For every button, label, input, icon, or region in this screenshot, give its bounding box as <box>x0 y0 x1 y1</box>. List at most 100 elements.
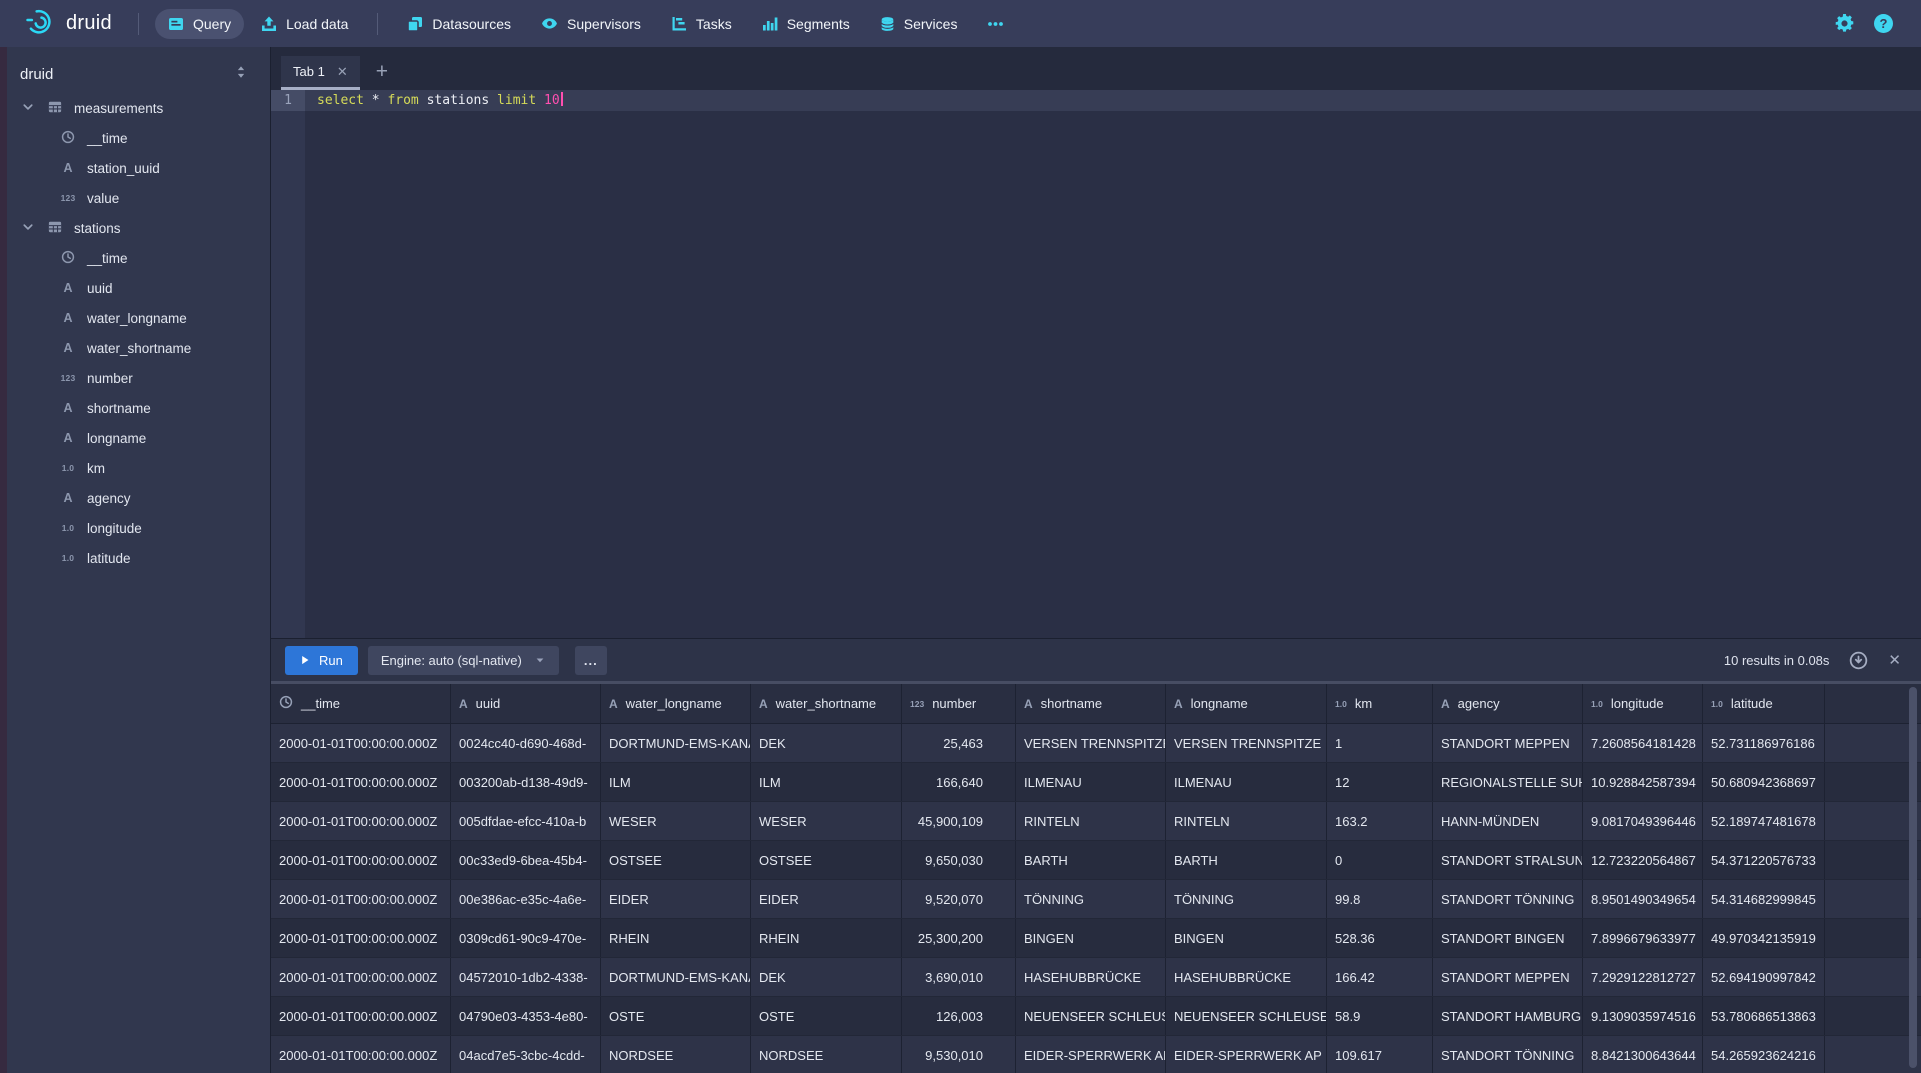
cell-longname[interactable]: BINGEN <box>1166 919 1327 957</box>
cell-longname[interactable]: NEUENSEER SCHLEUSE <box>1166 997 1327 1035</box>
tree-column-longname[interactable]: Alongname <box>0 423 270 453</box>
cell-water_longname[interactable]: DORTMUND-EMS-KANAL <box>601 724 751 762</box>
cell-longitude[interactable]: 12.723220564867 <box>1583 841 1703 879</box>
column-header-water_shortname[interactable]: Awater_shortname <box>751 684 902 723</box>
cell-latitude[interactable]: 53.780686513863 <box>1703 997 1825 1035</box>
close-results-icon[interactable]: ✕ <box>1888 651 1901 669</box>
nav-item-supervisors[interactable]: Supervisors <box>528 9 654 39</box>
cell-km[interactable]: 99.8 <box>1327 880 1433 918</box>
cell-longname[interactable]: EIDER-SPERRWERK AP <box>1166 1036 1327 1073</box>
column-header-agency[interactable]: Aagency <box>1433 684 1583 723</box>
results-vertical-scrollbar[interactable] <box>1909 687 1917 1068</box>
tree-column-station_uuid[interactable]: Astation_uuid <box>0 153 270 183</box>
column-header-km[interactable]: 1.0km <box>1327 684 1433 723</box>
cell-water_longname[interactable]: ILM <box>601 763 751 801</box>
nav-item-load-data[interactable]: Load data <box>248 9 361 39</box>
cell-time[interactable]: 2000-01-01T00:00:00.000Z <box>271 841 451 879</box>
cell-time[interactable]: 2000-01-01T00:00:00.000Z <box>271 763 451 801</box>
cell-agency[interactable]: STANDORT MEPPEN <box>1433 958 1583 996</box>
nav-item-segments[interactable]: Segments <box>749 9 863 39</box>
cell-latitude[interactable]: 54.265923624216 <box>1703 1036 1825 1073</box>
cell-number[interactable]: 9,530,010 <box>902 1036 1016 1073</box>
cell-number[interactable]: 9,520,070 <box>902 880 1016 918</box>
column-header-latitude[interactable]: 1.0latitude <box>1703 684 1825 723</box>
cell-uuid[interactable]: 04790e03-4353-4e80- <box>451 997 601 1035</box>
engine-select[interactable]: Engine: auto (sql-native) <box>368 646 559 675</box>
cell-water_shortname[interactable]: RHEIN <box>751 919 902 957</box>
tree-column-agency[interactable]: Aagency <box>0 483 270 513</box>
cell-uuid[interactable]: 003200ab-d138-49d9- <box>451 763 601 801</box>
tree-column-km[interactable]: 1.0km <box>0 453 270 483</box>
cell-longname[interactable]: ILMENAU <box>1166 763 1327 801</box>
cell-uuid[interactable]: 04acd7e5-3cbc-4cdd- <box>451 1036 601 1073</box>
cell-longname[interactable]: RINTELN <box>1166 802 1327 840</box>
cell-agency[interactable]: STANDORT STRALSUND <box>1433 841 1583 879</box>
cell-number[interactable]: 166,640 <box>902 763 1016 801</box>
cell-water_longname[interactable]: DORTMUND-EMS-KANAL <box>601 958 751 996</box>
cell-number[interactable]: 3,690,010 <box>902 958 1016 996</box>
cell-shortname[interactable]: VERSEN TRENNSPITZE <box>1016 724 1166 762</box>
tree-table-measurements[interactable]: measurements <box>0 93 270 123</box>
help-icon[interactable]: ? <box>1874 14 1893 33</box>
cell-latitude[interactable]: 49.970342135919 <box>1703 919 1825 957</box>
tree-column-__time[interactable]: __time <box>0 123 270 153</box>
cell-number[interactable]: 126,003 <box>902 997 1016 1035</box>
cell-number[interactable]: 25,300,200 <box>902 919 1016 957</box>
tree-column-water_longname[interactable]: Awater_longname <box>0 303 270 333</box>
cell-shortname[interactable]: ILMENAU <box>1016 763 1166 801</box>
cell-km[interactable]: 528.36 <box>1327 919 1433 957</box>
tab-query-1[interactable]: Tab 1 ✕ <box>281 56 360 90</box>
cell-number[interactable]: 9,650,030 <box>902 841 1016 879</box>
cell-agency[interactable]: STANDORT TÖNNING <box>1433 1036 1583 1073</box>
cell-km[interactable]: 166.42 <box>1327 958 1433 996</box>
cell-number[interactable]: 45,900,109 <box>902 802 1016 840</box>
column-header-longitude[interactable]: 1.0longitude <box>1583 684 1703 723</box>
column-header-shortname[interactable]: Ashortname <box>1016 684 1166 723</box>
cell-water_longname[interactable]: EIDER <box>601 880 751 918</box>
cell-latitude[interactable]: 52.694190997842 <box>1703 958 1825 996</box>
cell-shortname[interactable]: TÖNNING <box>1016 880 1166 918</box>
chevron-down-icon[interactable] <box>22 101 36 116</box>
cell-longitude[interactable]: 10.928842587394 <box>1583 763 1703 801</box>
cell-water_shortname[interactable]: DEK <box>751 958 902 996</box>
cell-shortname[interactable]: RINTELN <box>1016 802 1166 840</box>
cell-water_longname[interactable]: NORDSEE <box>601 1036 751 1073</box>
cell-km[interactable]: 1 <box>1327 724 1433 762</box>
cell-shortname[interactable]: EIDER-SPERRWERK AP <box>1016 1036 1166 1073</box>
cell-number[interactable]: 25,463 <box>902 724 1016 762</box>
tab-close-icon[interactable]: ✕ <box>337 64 348 80</box>
cell-longitude[interactable]: 7.8996679633977 <box>1583 919 1703 957</box>
column-header-time[interactable]: __time <box>271 684 451 723</box>
tree-column-latitude[interactable]: 1.0latitude <box>0 543 270 573</box>
cell-shortname[interactable]: BARTH <box>1016 841 1166 879</box>
cell-longitude[interactable]: 9.1309035974516 <box>1583 997 1703 1035</box>
cell-km[interactable]: 12 <box>1327 763 1433 801</box>
nav-item-datasources[interactable]: Datasources <box>394 9 524 39</box>
cell-time[interactable]: 2000-01-01T00:00:00.000Z <box>271 724 451 762</box>
cell-shortname[interactable]: HASEHUBBRÜCKE <box>1016 958 1166 996</box>
cell-water_shortname[interactable]: NORDSEE <box>751 1036 902 1073</box>
cell-agency[interactable]: STANDORT MEPPEN <box>1433 724 1583 762</box>
cell-agency[interactable]: STANDORT BINGEN <box>1433 919 1583 957</box>
cell-water_shortname[interactable]: OSTSEE <box>751 841 902 879</box>
nav-item-more-menu[interactable] <box>974 9 1017 39</box>
cell-water_shortname[interactable]: DEK <box>751 724 902 762</box>
tree-table-stations[interactable]: stations <box>0 213 270 243</box>
cell-time[interactable]: 2000-01-01T00:00:00.000Z <box>271 880 451 918</box>
cell-uuid[interactable]: 0309cd61-90c9-470e- <box>451 919 601 957</box>
cell-uuid[interactable]: 00c33ed9-6bea-45b4- <box>451 841 601 879</box>
tree-column-uuid[interactable]: Auuid <box>0 273 270 303</box>
cell-uuid[interactable]: 04572010-1db2-4338- <box>451 958 601 996</box>
nav-item-services[interactable]: Services <box>867 9 971 39</box>
tree-column-water_shortname[interactable]: Awater_shortname <box>0 333 270 363</box>
cell-km[interactable]: 0 <box>1327 841 1433 879</box>
cell-water_longname[interactable]: OSTSEE <box>601 841 751 879</box>
cell-latitude[interactable]: 50.680942368697 <box>1703 763 1825 801</box>
sql-editor[interactable]: 1 select * from stations limit 10 <box>271 90 1921 638</box>
settings-gear-icon[interactable] <box>1835 14 1854 33</box>
column-header-longname[interactable]: Alongname <box>1166 684 1327 723</box>
run-button[interactable]: Run <box>285 646 358 675</box>
cell-shortname[interactable]: NEUENSEER SCHLEUSE <box>1016 997 1166 1035</box>
cell-water_shortname[interactable]: EIDER <box>751 880 902 918</box>
nav-item-tasks[interactable]: Tasks <box>658 9 745 39</box>
